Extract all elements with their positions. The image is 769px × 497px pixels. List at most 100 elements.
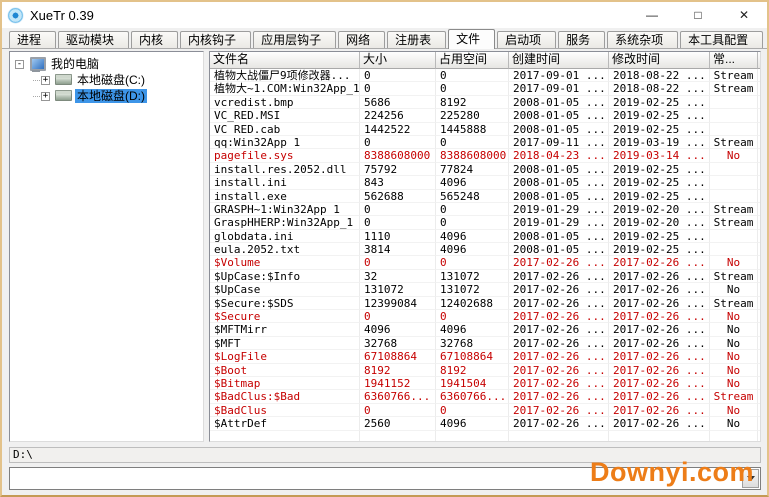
tab-services[interactable]: 服务 (558, 31, 605, 48)
cell-stream: Stream (710, 216, 758, 229)
tree-item-my-computer[interactable]: - 我的电脑 (10, 56, 203, 72)
cell-stream: No (710, 149, 758, 162)
cell-size: 75792 (360, 163, 436, 176)
cell-modified: 2019-02-25 ... (609, 123, 710, 136)
column-header-created[interactable]: 创建时间 (509, 52, 609, 69)
cell-size: 0 (360, 404, 436, 417)
cell-space: 4096 (436, 243, 509, 256)
cell-stub (758, 69, 760, 82)
cell-stub (758, 337, 760, 350)
cell-created: 2017-02-26 ... (509, 364, 609, 377)
cell-modified: 2017-02-26 ... (609, 390, 710, 403)
table-row[interactable]: 植物大战僵尸9项修改器...002017-09-01 ...2018-08-22… (210, 69, 760, 82)
table-row[interactable]: $MFT32768327682017-02-26 ...2017-02-26 .… (210, 337, 760, 350)
table-row[interactable]: GRASPH~1:Win32App_1002019-01-29 ...2019-… (210, 203, 760, 216)
cell-stub (758, 283, 760, 296)
table-row[interactable]: VC_RED.MSI2242562252802008-01-05 ...2019… (210, 109, 760, 122)
table-row[interactable]: $Bitmap194115219415042017-02-26 ...2017-… (210, 377, 760, 390)
cell-space: 4096 (436, 176, 509, 189)
tree-item-label: 我的电脑 (49, 57, 101, 71)
tree-item-disk-c[interactable]: +本地磁盘(C:) (10, 72, 203, 88)
tab-file[interactable]: 文件 (448, 29, 495, 49)
cell-stream: No (710, 404, 758, 417)
maximize-icon[interactable]: □ (675, 2, 721, 28)
close-icon[interactable]: ✕ (721, 2, 767, 28)
table-row[interactable]: $BadClus:$Bad6360766...6360766...2017-02… (210, 390, 760, 403)
table-row[interactable]: $LogFile67108864671088642017-02-26 ...20… (210, 350, 760, 363)
tree-item-disk-d[interactable]: +本地磁盘(D:) (10, 88, 203, 104)
column-header-modified[interactable]: 修改时间 (609, 52, 710, 69)
table-row[interactable]: $Volume002017-02-26 ...2017-02-26 ...No (210, 256, 760, 269)
cell-filename: globdata.ini (210, 230, 360, 243)
tab-kernel-hooks[interactable]: 内核钩子 (180, 31, 251, 48)
cell-modified: 2017-02-26 ... (609, 256, 710, 269)
tab-user-hooks[interactable]: 应用层钩子 (253, 31, 336, 48)
drive-tree-panel: - 我的电脑+本地磁盘(C:)+本地磁盘(D:) (9, 51, 204, 442)
tab-kernel[interactable]: 内核 (131, 31, 178, 48)
cell-size: 843 (360, 176, 436, 189)
table-row[interactable]: $Secure002017-02-26 ...2017-02-26 ...No (210, 310, 760, 323)
table-row[interactable]: 植物大~1.COM:Win32App_1002017-09-01 ...2018… (210, 82, 760, 95)
tab-driver-modules[interactable]: 驱动模块 (58, 31, 129, 48)
tab-process[interactable]: 进程 (9, 31, 56, 48)
table-row-empty[interactable] (210, 431, 760, 441)
cell-space: 225280 (436, 109, 509, 122)
cell-filename: $Secure:$SDS (210, 297, 360, 310)
cell-stub (758, 404, 760, 417)
table-row[interactable]: VC_RED.cab144252214458882008-01-05 ...20… (210, 123, 760, 136)
tab-registry[interactable]: 注册表 (387, 31, 446, 48)
cell-stub (758, 96, 760, 109)
cell-size: 3814 (360, 243, 436, 256)
tab-startup[interactable]: 启动项 (497, 31, 556, 48)
table-row[interactable]: eula.2052.txt381440962008-01-05 ...2019-… (210, 243, 760, 256)
computer-icon (28, 57, 46, 71)
column-header-stub (758, 52, 761, 69)
minimize-icon[interactable]: — (629, 2, 675, 28)
cell-stub (758, 149, 760, 162)
combo-dropdown-button[interactable] (742, 469, 759, 488)
table-row[interactable]: $Secure:$SDS12399084124026882017-02-26 .… (210, 297, 760, 310)
table-row[interactable]: install.exe5626885652482008-01-05 ...201… (210, 190, 760, 203)
table-row[interactable]: $Boot819281922017-02-26 ...2017-02-26 ..… (210, 364, 760, 377)
cell-space: 0 (436, 216, 509, 229)
cell-stub (758, 323, 760, 336)
column-header-stream[interactable]: 常... (710, 52, 758, 69)
collapse-icon[interactable]: - (15, 60, 24, 69)
tab-system-misc[interactable]: 系统杂项 (607, 31, 678, 48)
cell-stub (758, 190, 760, 203)
cell-space: 67108864 (436, 350, 509, 363)
table-row[interactable]: $UpCase:$Info321310722017-02-26 ...2017-… (210, 270, 760, 283)
table-row[interactable]: vcredist.bmp568681922008-01-05 ...2019-0… (210, 96, 760, 109)
cell-filename: GRASPH~1:Win32App_1 (210, 203, 360, 216)
cell-modified: 2019-02-25 ... (609, 176, 710, 189)
column-header-filename[interactable]: 文件名 (210, 52, 360, 69)
cell-created: 2008-01-05 ... (509, 176, 609, 189)
table-row[interactable]: qq:Win32App_1002017-09-11 ...2019-03-19 … (210, 136, 760, 149)
table-row[interactable]: pagefile.sys838860800083886080002018-04-… (210, 149, 760, 162)
table-row[interactable]: globdata.ini111040962008-01-05 ...2019-0… (210, 230, 760, 243)
table-row[interactable]: $UpCase1310721310722017-02-26 ...2017-02… (210, 283, 760, 296)
table-row[interactable]: install.ini84340962008-01-05 ...2019-02-… (210, 176, 760, 189)
column-header-size[interactable]: 大小 (360, 52, 436, 69)
column-header-space[interactable]: 占用空间 (436, 52, 509, 69)
cell-stream: Stream (710, 270, 758, 283)
tree-view: - 我的电脑+本地磁盘(C:)+本地磁盘(D:) (10, 52, 203, 104)
cell-size: 67108864 (360, 350, 436, 363)
table-row[interactable]: install.res.2052.dll75792778242008-01-05… (210, 163, 760, 176)
cell-space: 565248 (436, 190, 509, 203)
tab-network[interactable]: 网络 (338, 31, 385, 48)
table-row[interactable]: $BadClus002017-02-26 ...2017-02-26 ...No (210, 404, 760, 417)
expand-icon[interactable]: + (41, 92, 50, 101)
cell-modified: 2017-02-26 ... (609, 283, 710, 296)
cell-stream (710, 123, 758, 136)
tab-tool-config[interactable]: 本工具配置 (680, 31, 763, 48)
table-row[interactable]: $AttrDef256040962017-02-26 ...2017-02-26… (210, 417, 760, 430)
table-row[interactable]: $MFTMirr409640962017-02-26 ...2017-02-26… (210, 323, 760, 336)
table-row[interactable]: GraspHHERP:Win32App_1002019-01-29 ...201… (210, 216, 760, 229)
cell-size: 224256 (360, 109, 436, 122)
expand-icon[interactable]: + (41, 76, 50, 85)
cell-size: 131072 (360, 283, 436, 296)
cell-modified: 2017-02-26 ... (609, 350, 710, 363)
cell-created: 2017-02-26 ... (509, 417, 609, 430)
path-input[interactable] (10, 468, 741, 489)
